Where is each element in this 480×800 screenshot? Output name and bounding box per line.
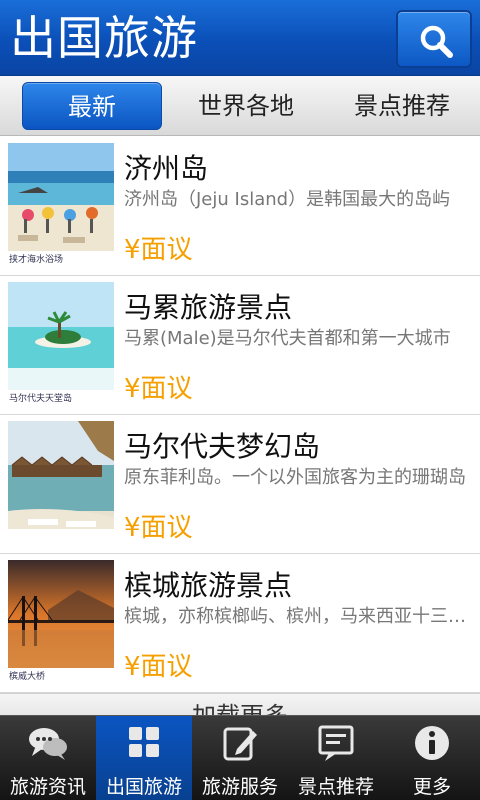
item-description: 槟城，亦称槟榔屿、槟州，马来西亚十三州之一 (124, 606, 468, 627)
item-price: ¥面议 (124, 235, 193, 265)
thumbnail-caption (8, 529, 114, 547)
destination-thumbnail: 马尔代夫天堂岛 (8, 282, 114, 408)
thumbnail-caption: 马尔代夫天堂岛 (8, 390, 114, 408)
comment-icon (318, 725, 354, 761)
nav-attractions[interactable]: 景点推荐 (288, 716, 384, 800)
tab-latest[interactable]: 最新 (22, 82, 162, 130)
destination-list: 挟才海水浴场 济州岛 济州岛（Jeju Island）是韩国最大的岛屿 ¥面议 … (0, 137, 480, 717)
nav-travel-news[interactable]: 旅游资讯 (0, 716, 96, 800)
info-icon (415, 726, 449, 760)
page-title: 出国旅游 (10, 11, 198, 65)
item-title: 马尔代夫梦幻岛 (124, 430, 321, 463)
nav-label: 旅游服务 (201, 776, 278, 798)
item-description: 原东菲利岛。一个以外国旅客为主的珊瑚岛 (124, 467, 466, 488)
search-icon (420, 25, 453, 58)
nav-label: 景点推荐 (297, 776, 374, 798)
item-description: 马累(Male)是马尔代夫首都和第一大城市 (124, 328, 451, 349)
nav-label: 出国旅游 (105, 776, 182, 798)
nav-overseas-travel[interactable]: 出国旅游 (96, 716, 192, 800)
chat-bubbles-icon (29, 728, 67, 760)
tab-recommended[interactable]: 景点推荐 (332, 82, 472, 130)
nav-label: 旅游资讯 (9, 776, 86, 798)
list-item[interactable]: 马尔代夫梦幻岛 原东菲利岛。一个以外国旅客为主的珊瑚岛 ¥面议 (0, 415, 480, 554)
item-description: 济州岛（Jeju Island）是韩国最大的岛屿 (124, 189, 451, 210)
nav-travel-services[interactable]: 旅游服务 (192, 716, 288, 800)
destination-thumbnail (8, 421, 114, 547)
tab-bar: 最新 世界各地 景点推荐 (0, 76, 480, 136)
bottom-nav: 旅游资讯 出国旅游 旅游服务 景点推荐 更多 (0, 715, 480, 800)
destination-thumbnail: 槟威大桥 (8, 560, 114, 686)
destination-thumbnail: 挟才海水浴场 (8, 143, 114, 269)
load-more-button[interactable]: 加载更多 (0, 693, 480, 717)
search-button[interactable] (396, 10, 472, 68)
thumbnail-caption: 槟威大桥 (8, 668, 114, 686)
nav-more[interactable]: 更多 (384, 716, 480, 800)
app-screen: 出国旅游 最新 世界各地 景点推荐 挟才海水浴场 济州岛 济州岛（Jeju Is… (0, 0, 480, 800)
grid-icon (129, 727, 159, 757)
top-header: 出国旅游 (0, 0, 480, 76)
nav-label: 更多 (412, 776, 451, 798)
item-price: ¥面议 (124, 652, 193, 682)
item-title: 马累旅游景点 (124, 291, 293, 324)
list-item[interactable]: 槟威大桥 槟城旅游景点 槟城，亦称槟榔屿、槟州，马来西亚十三州之一 ¥面议 (0, 554, 480, 693)
item-price: ¥面议 (124, 513, 193, 543)
thumbnail-caption: 挟才海水浴场 (8, 251, 114, 269)
item-price: ¥面议 (124, 374, 193, 404)
edit-icon (223, 727, 257, 761)
list-item[interactable]: 挟才海水浴场 济州岛 济州岛（Jeju Island）是韩国最大的岛屿 ¥面议 (0, 137, 480, 276)
item-title: 槟城旅游景点 (124, 569, 293, 602)
item-title: 济州岛 (124, 152, 209, 185)
tab-world[interactable]: 世界各地 (176, 82, 316, 130)
list-item[interactable]: 马尔代夫天堂岛 马累旅游景点 马累(Male)是马尔代夫首都和第一大城市 ¥面议 (0, 276, 480, 415)
